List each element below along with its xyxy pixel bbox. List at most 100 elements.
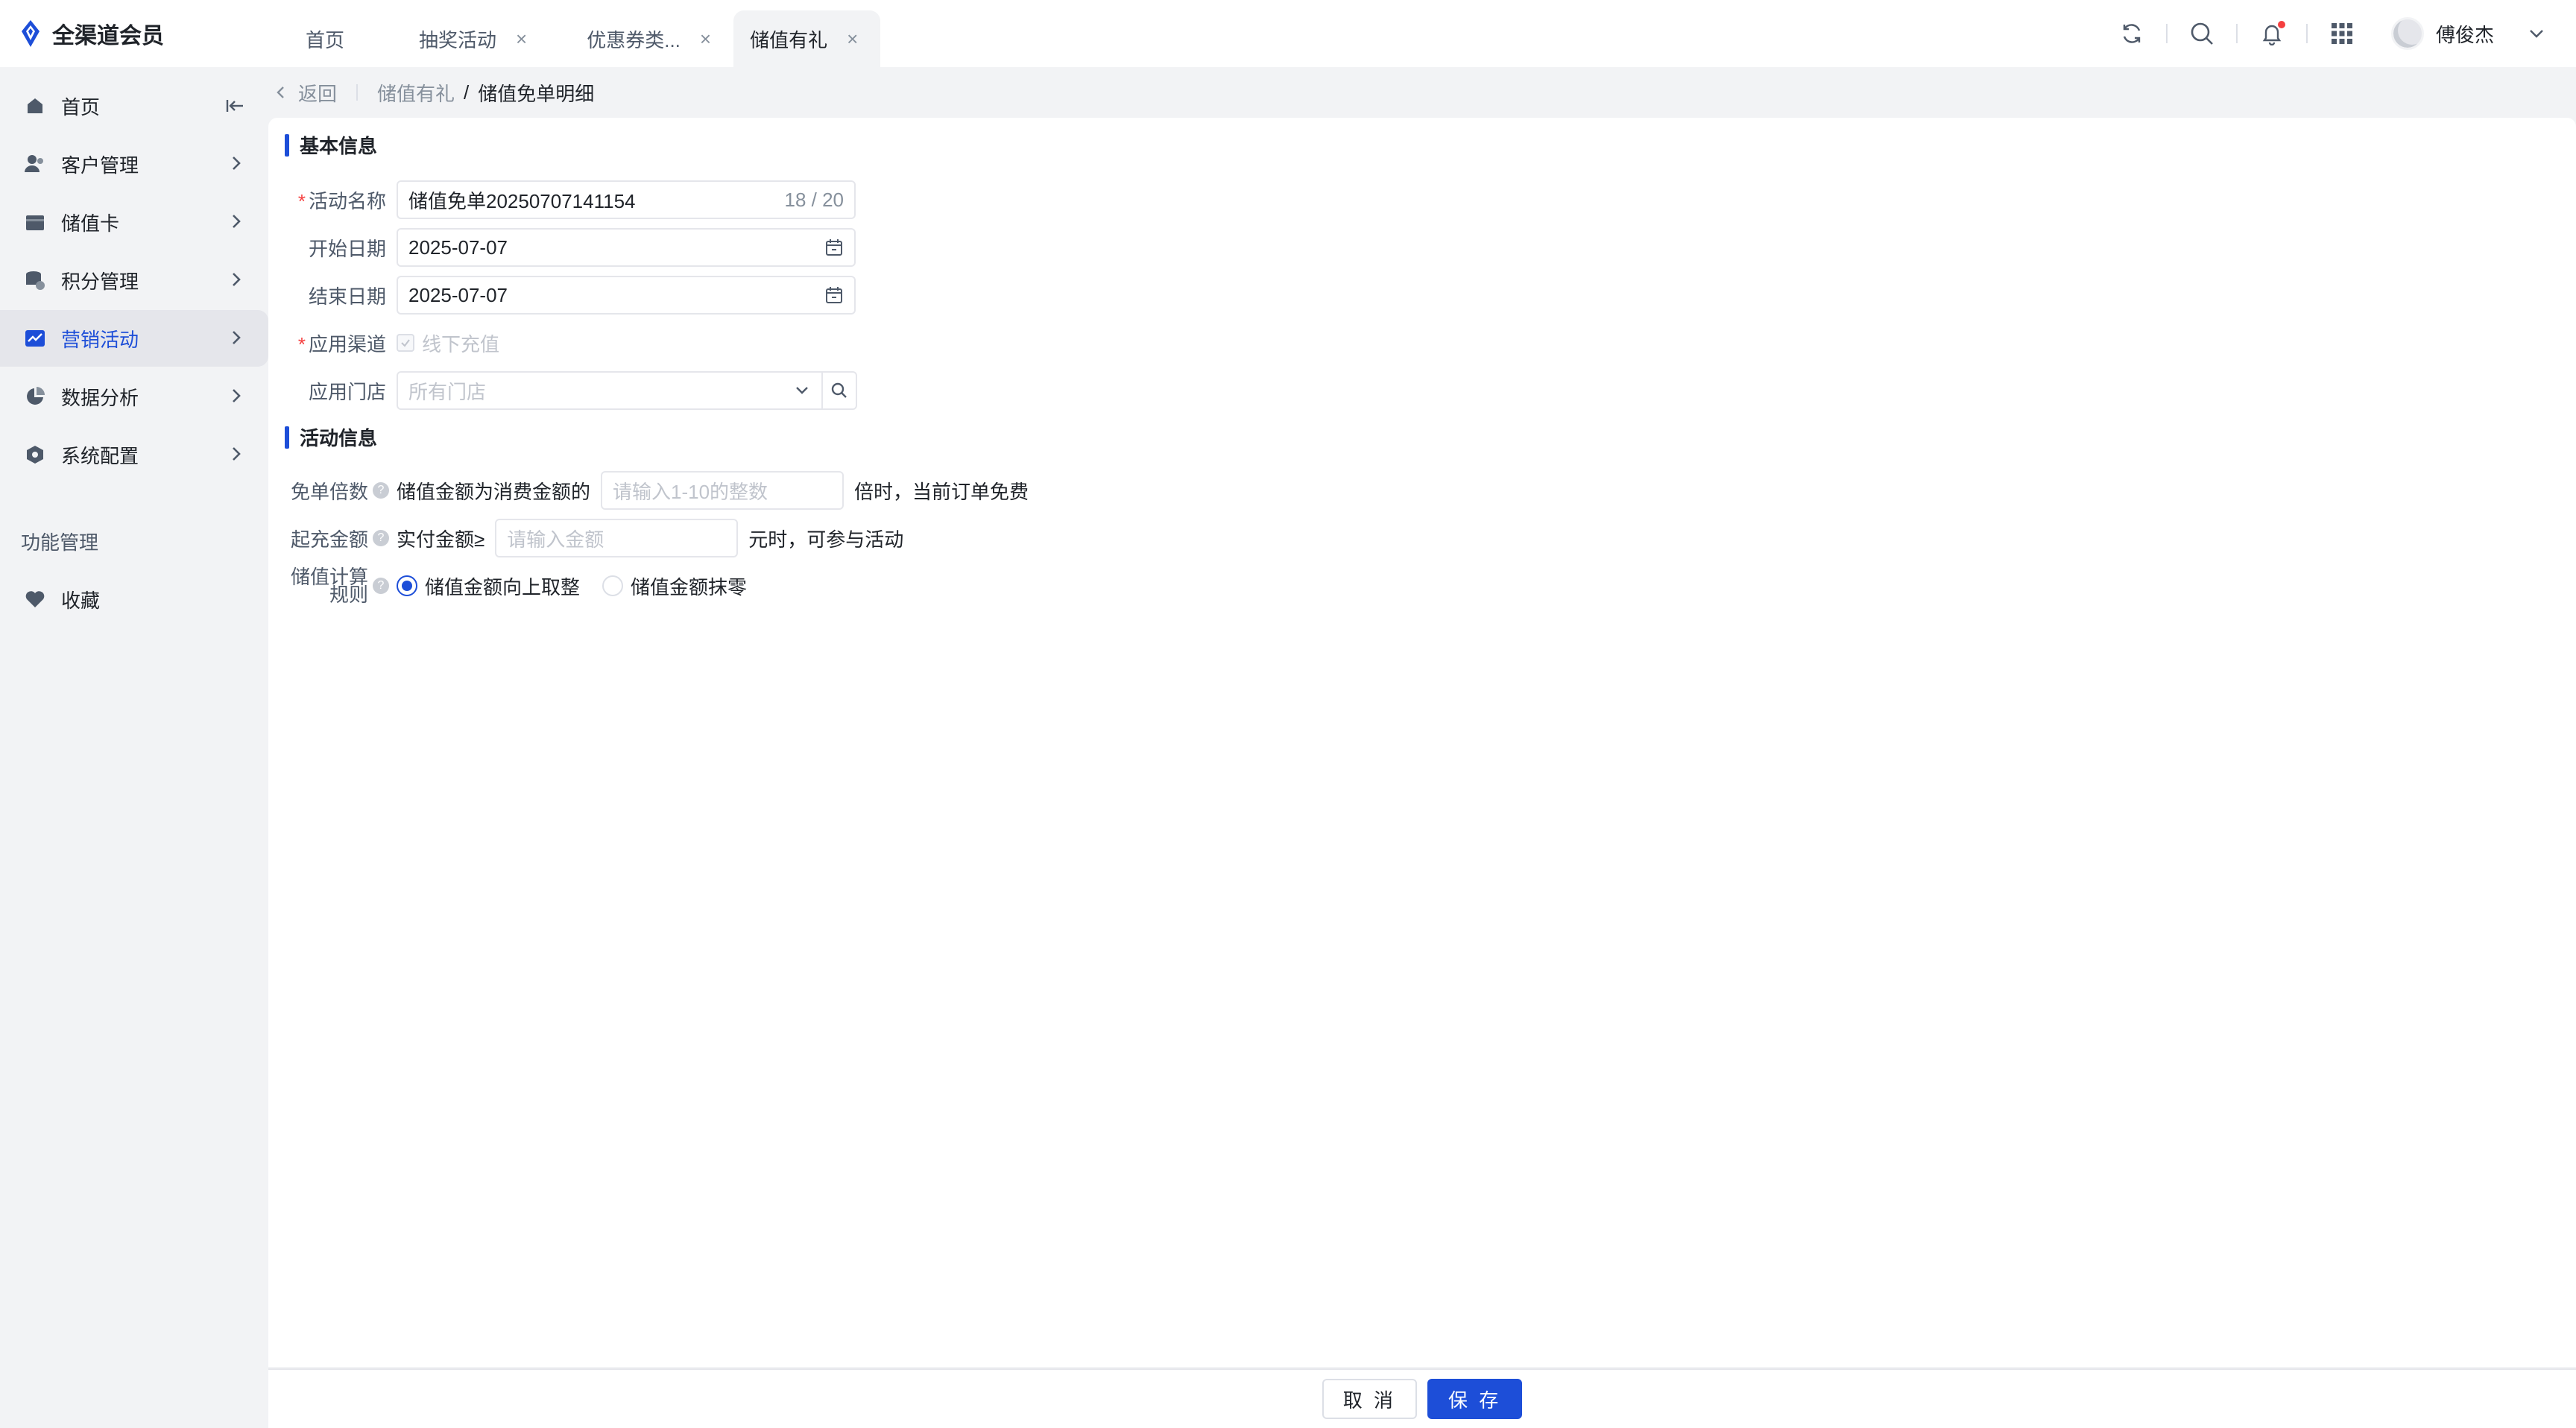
sidebar-item-system[interactable]: 系统配置 — [0, 426, 268, 483]
cancel-button[interactable]: 取 消 — [1322, 1379, 1417, 1419]
section-basic-info: 基本信息 — [285, 131, 377, 159]
marketing-icon — [24, 327, 46, 350]
tab-stored-value-gift[interactable]: 储值有礼 × — [733, 10, 881, 67]
form-footer: 取 消 保 存 — [268, 1368, 2576, 1428]
label-text: 储值计算 规则 — [291, 567, 368, 606]
min-amount-suffix: 元时，可参与活动 — [748, 528, 904, 551]
sidebar-item-analytics[interactable]: 数据分析 — [0, 368, 268, 425]
store-search-button[interactable] — [823, 371, 857, 410]
section-activity-info: 活动信息 — [285, 423, 377, 451]
start-date-row: 开始日期 2025-07-07 — [268, 228, 856, 267]
help-icon[interactable]: ? — [373, 530, 389, 546]
user-menu[interactable]: 傅俊杰 — [2376, 17, 2546, 50]
chevron-down-icon — [2530, 30, 2543, 38]
input-placeholder: 请输入1-10的整数 — [613, 480, 768, 503]
main-content: 返回 储值有礼 / 储值免单明细 基本信息 * 活动名称 储值免单20250707… — [268, 67, 2576, 1428]
points-icon — [24, 269, 46, 291]
tab-label: 首页 — [306, 28, 345, 51]
close-icon[interactable]: × — [847, 28, 858, 51]
page-tabs: 首页 抽奖活动 × 优惠券类... × 储值有礼 × — [268, 0, 881, 67]
search-icon[interactable] — [2168, 0, 2236, 67]
sidebar-item-label: 首页 — [61, 95, 101, 119]
start-date-picker[interactable]: 2025-07-07 — [397, 228, 856, 267]
sidebar-item-points[interactable]: 积分管理 — [0, 252, 268, 309]
notification-dot — [2277, 21, 2285, 28]
users-icon — [24, 153, 46, 175]
min-amount-prefix: 实付金额≥ — [397, 528, 485, 551]
store-label: 应用门店 — [308, 380, 386, 403]
free-multiple-suffix: 倍时，当前订单免费 — [854, 480, 1029, 503]
radio-dot — [397, 575, 417, 596]
min-amount-input[interactable]: 请输入金额 — [495, 519, 739, 557]
tab-lottery[interactable]: 抽奖活动 × — [382, 10, 549, 67]
input-placeholder: 请输入金额 — [507, 528, 604, 551]
activity-name-input[interactable]: 储值免单20250707141154 18 / 20 — [397, 180, 856, 219]
breadcrumb-separator: / — [464, 80, 470, 104]
free-multiple-prefix: 储值金额为消费金额的 — [397, 480, 591, 503]
end-date-label: 结束日期 — [308, 285, 386, 308]
avatar — [2390, 17, 2424, 50]
save-button[interactable]: 保 存 — [1427, 1379, 1523, 1419]
rule-round-up-radio[interactable]: 储值金额向上取整 — [397, 572, 580, 600]
sidebar: 首页 客户管理 储值卡 积分管理 营销活动 数据分析 系统配置 功能管理 收藏 — [0, 67, 268, 1428]
sidebar-item-label: 营销活动 — [61, 328, 139, 351]
select-placeholder: 所有门店 — [408, 380, 487, 403]
back-link[interactable]: 返回 — [298, 79, 337, 107]
close-icon[interactable]: × — [516, 28, 527, 51]
rule-truncate-radio[interactable]: 储值金额抹零 — [602, 572, 747, 600]
start-date-label: 开始日期 — [308, 237, 386, 260]
label-text: 活动名称 — [308, 189, 386, 212]
chevron-right-icon — [233, 331, 241, 344]
refresh-icon[interactable] — [2097, 0, 2166, 67]
sidebar-item-label: 系统配置 — [61, 444, 139, 467]
store-select-group: 所有门店 — [397, 371, 857, 410]
sidebar-item-label: 储值卡 — [61, 212, 120, 235]
tab-home[interactable]: 首页 — [268, 10, 382, 67]
free-multiple-label: 免单倍数 ? — [268, 477, 397, 505]
help-icon[interactable]: ? — [373, 482, 389, 499]
store-select[interactable]: 所有门店 — [397, 371, 823, 410]
section-title: 活动信息 — [300, 427, 378, 449]
input-value: 储值免单20250707141154 — [408, 189, 636, 212]
label-line: 规则 — [329, 584, 368, 606]
calc-rule-label: 储值计算 规则 ? — [268, 567, 397, 606]
sidebar-item-label: 数据分析 — [61, 386, 139, 409]
channel-offline-checkbox[interactable]: 线下充值 — [397, 329, 499, 357]
sidebar-item-customers[interactable]: 客户管理 — [0, 136, 268, 192]
help-icon[interactable]: ? — [373, 578, 389, 594]
label-text: 起充金额 — [290, 528, 368, 551]
free-multiple-input[interactable]: 请输入1-10的整数 — [601, 471, 845, 510]
tab-coupon[interactable]: 优惠券类... × — [549, 10, 733, 67]
section-bar — [285, 426, 289, 449]
chevron-left-icon[interactable] — [273, 84, 289, 101]
close-icon[interactable]: × — [700, 28, 711, 51]
checkbox-box — [397, 334, 414, 352]
section-title: 基本信息 — [300, 135, 378, 157]
search-icon — [831, 382, 847, 398]
brand[interactable]: 全渠道会员 — [0, 0, 268, 67]
apps-grid-icon[interactable] — [2308, 0, 2376, 67]
sidebar-item-home[interactable]: 首页 — [0, 78, 268, 134]
radio-label: 储值金额抹零 — [631, 575, 748, 598]
end-date-picker[interactable]: 2025-07-07 — [397, 276, 856, 315]
sidebar-item-label: 收藏 — [61, 589, 101, 612]
brand-logo-icon — [22, 20, 40, 47]
channel-row: * 应用渠道 线下充值 — [268, 323, 499, 362]
channel-label: * 应用渠道 — [268, 329, 397, 357]
sidebar-item-stored-card[interactable]: 储值卡 — [0, 194, 268, 250]
required-mark: * — [297, 189, 306, 212]
top-bar: 全渠道会员 首页 抽奖活动 × 优惠券类... × 储值有礼 × 傅俊杰 — [0, 0, 2576, 67]
breadcrumb: 返回 储值有礼 / 储值免单明细 — [268, 67, 2576, 118]
home-icon — [24, 95, 46, 117]
sidebar-item-favorites[interactable]: 收藏 — [0, 571, 268, 628]
char-count: 18 / 20 — [784, 188, 844, 211]
breadcrumb-current: 储值免单明细 — [478, 82, 595, 105]
tab-label: 储值有礼 — [750, 28, 828, 51]
bell-icon[interactable] — [2238, 0, 2306, 67]
checkbox-label: 线下充值 — [422, 332, 500, 356]
sidebar-item-label: 积分管理 — [61, 270, 139, 293]
collapse-sidebar-icon[interactable] — [225, 95, 246, 116]
sidebar-item-marketing[interactable]: 营销活动 — [0, 310, 268, 367]
input-value: 2025-07-07 — [408, 283, 508, 306]
breadcrumb-parent[interactable]: 储值有礼 — [377, 79, 455, 107]
